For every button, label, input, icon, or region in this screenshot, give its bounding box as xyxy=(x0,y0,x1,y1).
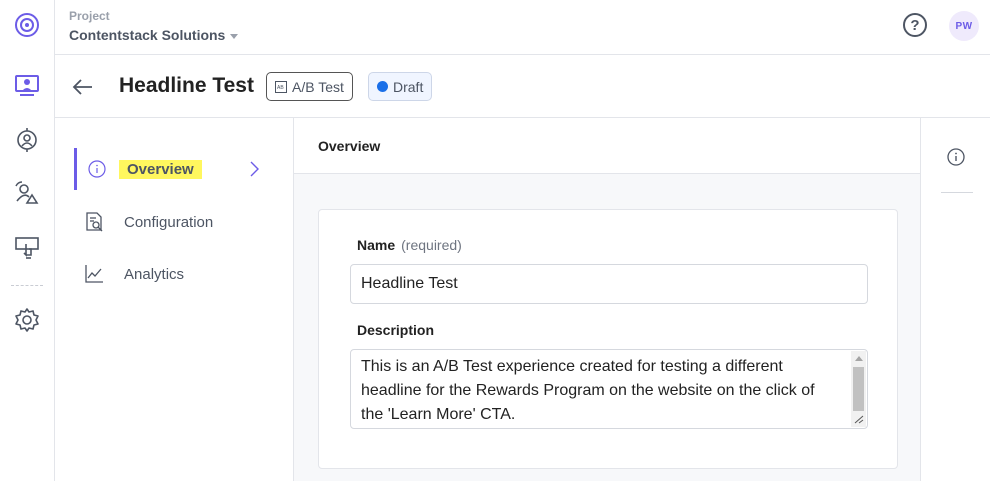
section-nav: Overview Configuration Analytics xyxy=(55,118,294,481)
rail-divider xyxy=(11,285,43,286)
experiences-icon[interactable] xyxy=(12,70,42,100)
configuration-icon xyxy=(84,212,104,232)
project-name: Contentstack Solutions xyxy=(69,27,226,43)
back-arrow-icon[interactable] xyxy=(72,76,94,98)
project-label: Project xyxy=(69,9,110,23)
help-icon[interactable]: ? xyxy=(903,13,927,37)
nav-item-overview[interactable]: Overview xyxy=(74,148,273,190)
svg-text:AB: AB xyxy=(277,85,284,91)
caret-down-icon xyxy=(230,33,239,39)
status-badge-label: Draft xyxy=(393,78,424,95)
nav-item-label: Analytics xyxy=(124,265,185,283)
top-bar: Project Contentstack Solutions ? PW xyxy=(55,0,990,55)
details-info-icon[interactable] xyxy=(947,148,965,171)
overview-card: Name (required) Headline Test Description… xyxy=(318,209,898,469)
analytics-chart-icon xyxy=(84,264,104,284)
page-title: Headline Test xyxy=(119,74,254,97)
project-selector[interactable]: Contentstack Solutions xyxy=(69,27,239,43)
status-dot-icon xyxy=(377,81,388,92)
section-header: Overview xyxy=(294,118,920,174)
settings-gear-icon[interactable] xyxy=(12,305,42,335)
user-avatar[interactable]: PW xyxy=(949,11,979,41)
nav-item-configuration[interactable]: Configuration xyxy=(74,201,273,243)
chevron-right-icon xyxy=(249,161,259,182)
ab-test-icon: AB xyxy=(275,80,287,93)
audiences-icon[interactable] xyxy=(12,125,42,155)
nav-item-analytics[interactable]: Analytics xyxy=(74,253,273,295)
experience-type-badge: AB A/B Test xyxy=(266,72,353,101)
nav-item-label: Configuration xyxy=(124,213,214,231)
page-header: Headline Test AB A/B Test Draft xyxy=(55,55,990,118)
textarea-scrollbar[interactable] xyxy=(851,351,866,427)
right-panel xyxy=(921,118,990,481)
events-icon[interactable] xyxy=(12,233,42,263)
type-badge-label: A/B Test xyxy=(292,78,344,95)
description-field-label: Description xyxy=(357,322,435,338)
name-field-label: Name (required) xyxy=(357,237,462,253)
description-textarea[interactable]: This is an A/B Test experience created f… xyxy=(350,349,868,429)
name-label-text: Name xyxy=(357,237,396,253)
app-rail xyxy=(0,0,55,481)
status-badge: Draft xyxy=(368,72,433,101)
panel-divider xyxy=(941,192,973,193)
nav-item-label: Overview xyxy=(119,159,202,179)
resize-grip-icon[interactable] xyxy=(853,415,864,424)
section-title: Overview xyxy=(318,138,381,154)
description-text: This is an A/B Test experience created f… xyxy=(361,358,815,423)
logo-target-icon[interactable] xyxy=(12,10,42,40)
info-icon xyxy=(87,159,107,179)
main-content: Overview Name (required) Headline Test De… xyxy=(294,118,921,481)
attributes-icon[interactable] xyxy=(12,178,42,208)
scroll-up-arrow-icon[interactable] xyxy=(855,356,863,361)
required-hint: (required) xyxy=(401,237,462,253)
scroll-thumb[interactable] xyxy=(853,367,864,411)
name-input[interactable]: Headline Test xyxy=(350,264,868,304)
